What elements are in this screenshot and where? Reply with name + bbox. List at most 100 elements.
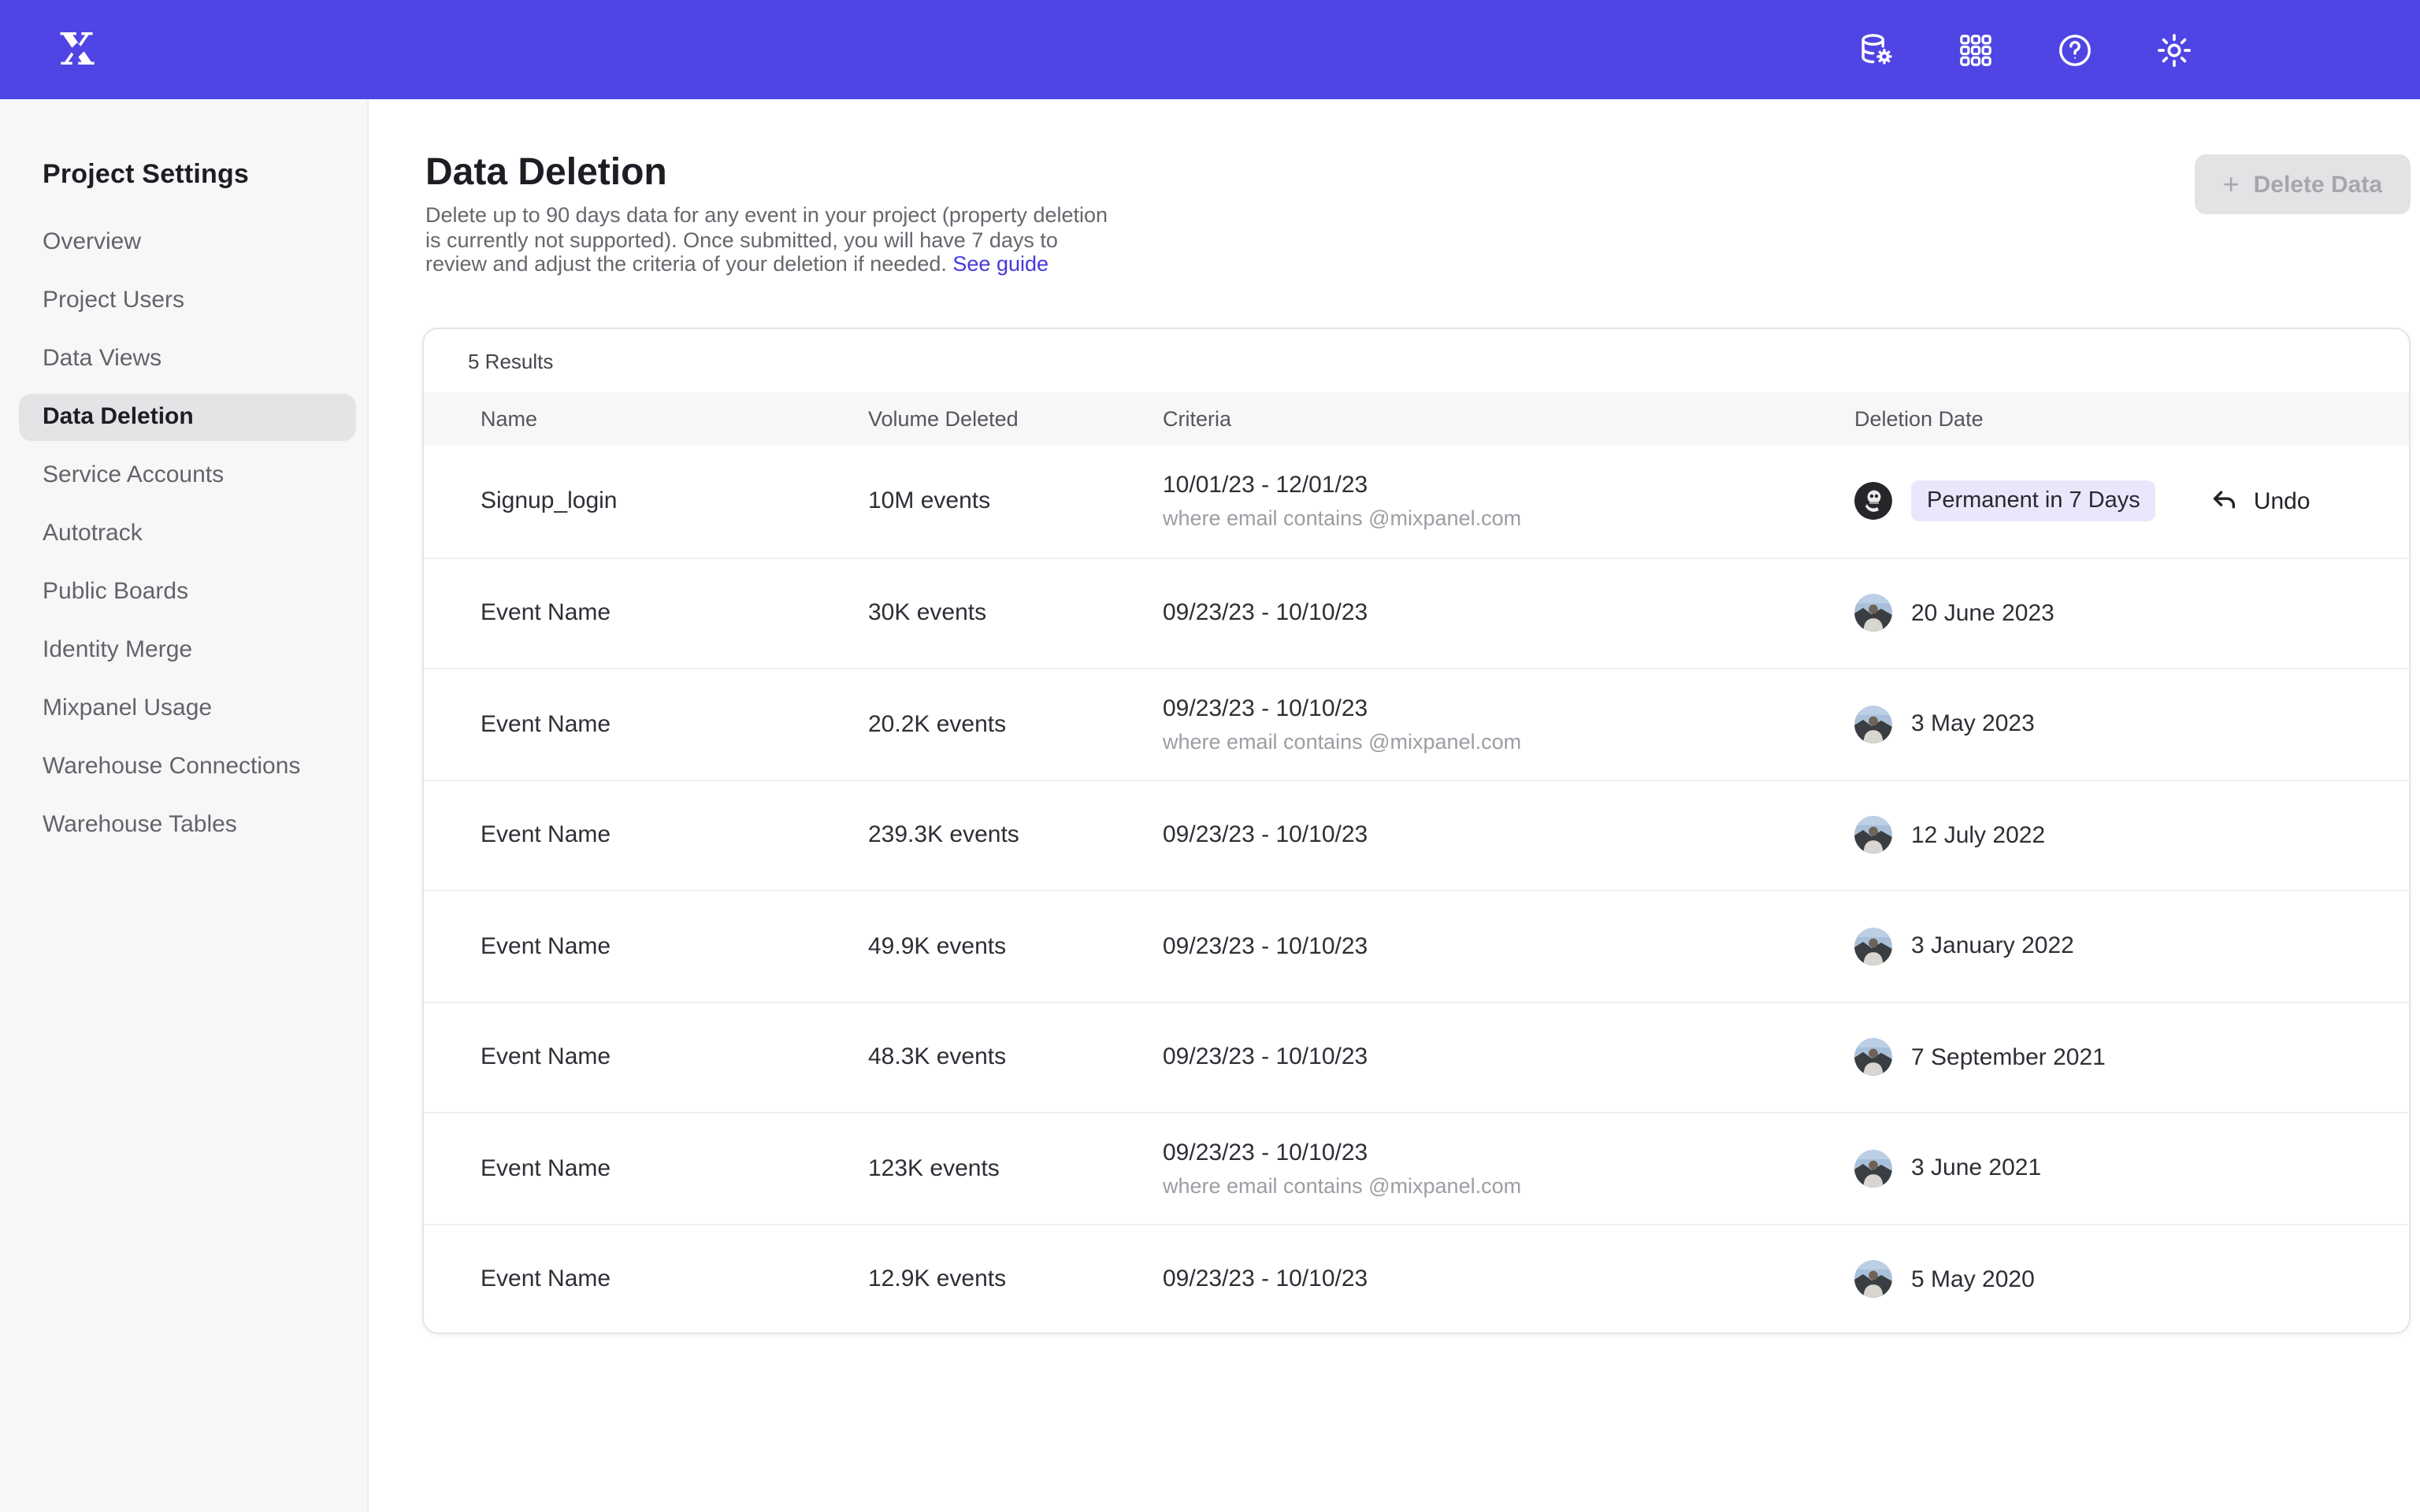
criteria-cell: 09/23/23 - 10/10/23 <box>1163 1044 1368 1071</box>
deletion-date-label: 3 May 2023 <box>1911 711 2035 738</box>
mixpanel-logo[interactable]: X <box>54 26 101 73</box>
sidebar-item-label: Warehouse Tables <box>19 801 356 848</box>
deletion-table-card: 5 Results Name Volume Deleted Criteria D… <box>422 328 2411 1334</box>
table-row: Event Name 48.3K events 09/23/23 - 10/10/2… <box>424 1001 2409 1112</box>
criteria-cell: 09/23/23 - 10/10/23 where email contains … <box>1163 695 1521 754</box>
user-avatar <box>1854 706 1892 743</box>
criteria-date-range: 09/23/23 - 10/10/23 <box>1163 1044 1368 1071</box>
apps-grid-icon[interactable] <box>1955 29 1996 70</box>
user-avatar <box>1854 928 1892 965</box>
sidebar-title: Project Settings <box>0 159 367 191</box>
sidebar-item-warehouse-tables[interactable]: Warehouse Tables <box>19 795 356 854</box>
deletion-date-label: 5 May 2020 <box>1911 1266 2035 1293</box>
user-avatar <box>1854 1150 1892 1188</box>
user-avatar <box>1854 483 1892 521</box>
help-icon[interactable] <box>2054 29 2095 70</box>
table-row: Event Name 12.9K events 09/23/23 - 10/10/2… <box>424 1223 2409 1334</box>
sidebar-item-label: Public Boards <box>19 568 356 615</box>
sidebar-item-overview[interactable]: Overview <box>19 213 356 271</box>
sidebar-nav: Overview Project Users Data Views Data Dele… <box>0 213 367 854</box>
column-header-name: Name <box>481 407 537 431</box>
sidebar: Project Settings Overview Project Users Da… <box>0 99 369 1512</box>
criteria-cell: 09/23/23 - 10/10/23 <box>1163 600 1368 627</box>
table-row: Event Name30K events09/23/23 - 10/10/232… <box>424 557 2409 668</box>
table-row: Event Name 123K events 09/23/23 - 10/10/23… <box>424 1112 2409 1223</box>
criteria-cell: 09/23/23 - 10/10/23where email contains … <box>1163 1140 1521 1198</box>
undo-button[interactable]: Undo <box>2210 487 2311 517</box>
sidebar-item-autotrack[interactable]: Autotrack <box>19 504 356 562</box>
sidebar-item-label: Overview <box>19 218 356 265</box>
criteria-date-range: 09/23/23 - 10/10/23 <box>1163 1140 1521 1166</box>
event-name-cell: Event Name <box>481 711 611 738</box>
table-row: Event Name 20.2K events 09/23/23 - 10/10/2… <box>424 668 2409 779</box>
user-avatar <box>1854 1261 1892 1299</box>
sidebar-item-label: Data Views <box>19 335 356 382</box>
sidebar-item-data-deletion[interactable]: Data Deletion <box>19 387 356 446</box>
deletion-date-label: 3 January 2022 <box>1911 933 2074 960</box>
criteria-where-clause: where email contains @mixpanel.com <box>1163 730 1521 754</box>
column-header-criteria: Criteria <box>1163 407 1231 431</box>
deletion-date-label: 12 July 2022 <box>1911 822 2045 849</box>
sidebar-item-mixpanel-usage[interactable]: Mixpanel Usage <box>19 679 356 737</box>
criteria-where-clause: where email contains @mixpanel.com <box>1163 507 1521 531</box>
volume-deleted-cell: 48.3K events <box>868 1044 1006 1071</box>
criteria-cell: 09/23/23 - 10/10/23 <box>1163 1266 1368 1293</box>
page-description: Delete up to 90 days data for any event … <box>425 203 1125 276</box>
column-header-deletion-date: Deletion Date <box>1854 407 1984 431</box>
data-management-icon[interactable] <box>1856 29 1897 70</box>
table-body: Signup_login10M events10/01/23 - 12/01/2… <box>424 446 2409 1334</box>
delete-data-button-label: Delete Data <box>2254 171 2382 198</box>
deletion-date-cell: 5 May 2020 <box>1854 1225 2035 1334</box>
volume-deleted-cell: 123K events <box>868 1155 1000 1182</box>
event-name-cell: Event Name <box>481 822 611 849</box>
volume-deleted-cell: 239.3K events <box>868 822 1019 849</box>
volume-deleted-cell: 20.2K events <box>868 711 1006 738</box>
event-name-cell: Event Name <box>481 1155 611 1182</box>
deletion-date-label: 7 September 2021 <box>1911 1044 2106 1071</box>
deletion-date-cell: 20 June 2023 <box>1854 558 2054 668</box>
sidebar-item-label: Warehouse Connections <box>19 743 356 790</box>
table-row: Event Name 49.9K events 09/23/23 - 10/10/2… <box>424 890 2409 1001</box>
settings-gear-icon[interactable] <box>2154 29 2195 70</box>
sidebar-item-warehouse-connections[interactable]: Warehouse Connections <box>19 737 356 795</box>
sidebar-item-label: Autotrack <box>19 510 356 557</box>
criteria-cell: 09/23/23 - 10/10/23 <box>1163 822 1368 849</box>
criteria-date-range: 09/23/23 - 10/10/23 <box>1163 1266 1368 1293</box>
volume-deleted-cell: 30K events <box>868 600 986 627</box>
sidebar-item-label: Service Accounts <box>19 451 356 498</box>
plus-icon: + <box>2223 170 2240 198</box>
event-name-cell: Event Name <box>481 1044 611 1071</box>
see-guide-link[interactable]: See guide <box>952 252 1049 276</box>
deletion-date-cell: 7 September 2021 <box>1854 1002 2106 1112</box>
top-navigation-bar: X <box>0 0 2420 99</box>
sidebar-item-label: Identity Merge <box>19 626 356 673</box>
event-name-cell: Event Name <box>481 1266 611 1293</box>
sidebar-item-service-accounts[interactable]: Service Accounts <box>19 446 356 504</box>
volume-deleted-cell: 49.9K events <box>868 933 1006 960</box>
table-header-row: Name Volume Deleted Criteria Deletion Da… <box>424 392 2409 446</box>
volume-deleted-cell: 10M events <box>868 488 990 515</box>
deletion-date-cell: 3 May 2023 <box>1854 669 2035 779</box>
column-header-volume: Volume Deleted <box>868 407 1019 431</box>
sidebar-item-label: Data Deletion <box>19 393 356 440</box>
event-name-cell: Event Name <box>481 933 611 960</box>
sidebar-item-identity-merge[interactable]: Identity Merge <box>19 621 356 679</box>
sidebar-item-label: Project Users <box>19 276 356 324</box>
sidebar-item-public-boards[interactable]: Public Boards <box>19 562 356 621</box>
criteria-date-range: 09/23/23 - 10/10/23 <box>1163 933 1368 960</box>
permanent-in-7-days-badge: Permanent in 7 Days <box>1911 481 2156 522</box>
sidebar-item-data-views[interactable]: Data Views <box>19 329 356 387</box>
deletion-date-label: 3 June 2021 <box>1911 1155 2041 1182</box>
deletion-date-cell: 3 January 2022 <box>1854 891 2074 1001</box>
volume-deleted-cell: 12.9K events <box>868 1266 1006 1293</box>
criteria-date-range: 09/23/23 - 10/10/23 <box>1163 600 1368 627</box>
topbar-icon-group <box>1856 29 2195 70</box>
user-avatar <box>1854 1039 1892 1077</box>
table-row: Signup_login10M events10/01/23 - 12/01/2… <box>424 446 2409 557</box>
undo-button-label: Undo <box>2254 488 2311 515</box>
criteria-date-range: 09/23/23 - 10/10/23 <box>1163 695 1521 722</box>
results-count: 5 Results <box>424 329 2409 392</box>
app-root: X <box>0 0 2420 1512</box>
delete-data-button[interactable]: + Delete Data <box>2195 154 2411 214</box>
sidebar-item-project-users[interactable]: Project Users <box>19 271 356 329</box>
